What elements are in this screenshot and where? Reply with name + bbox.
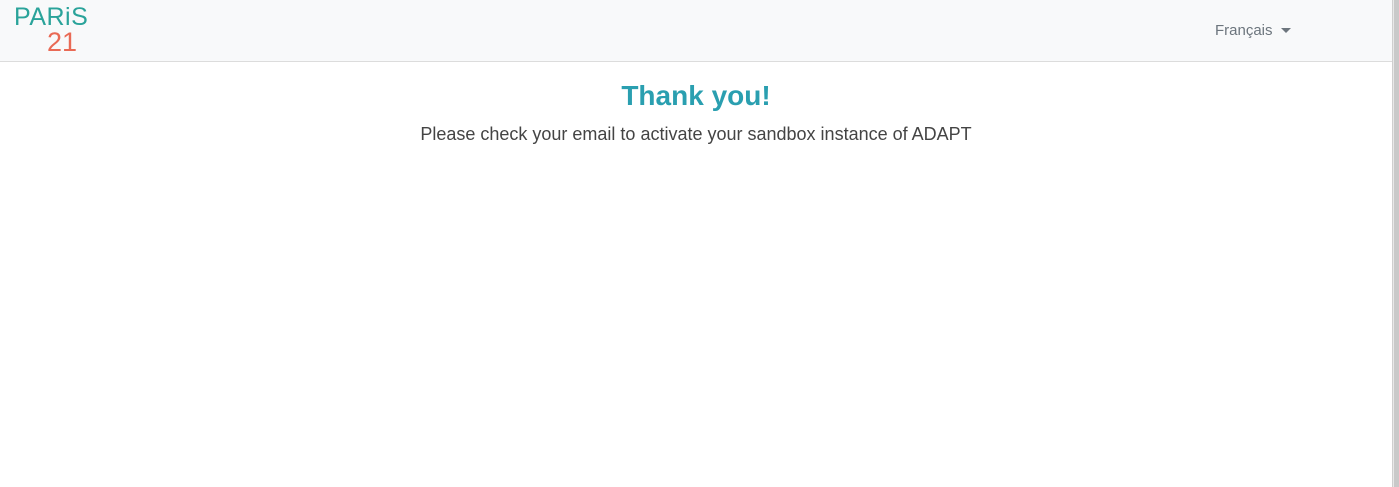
language-dropdown[interactable]: Français (1215, 19, 1291, 41)
main-content: Thank you! Please check your email to ac… (0, 62, 1392, 146)
paris21-logo[interactable]: PARiS 21 (14, 4, 94, 57)
language-label: Français (1215, 21, 1273, 39)
page: PARiS 21 Français Thank you! Please chec… (0, 0, 1399, 487)
confirmation-message: Please check your email to activate your… (420, 124, 972, 144)
vertical-scrollbar[interactable] (1392, 0, 1399, 487)
page-title: Thank you! (621, 80, 771, 111)
logo-text-21: 21 (47, 27, 78, 57)
top-navbar: PARiS 21 Français (0, 0, 1392, 62)
caret-down-icon (1280, 27, 1291, 33)
scrollbar-thumb[interactable] (1394, 0, 1399, 487)
